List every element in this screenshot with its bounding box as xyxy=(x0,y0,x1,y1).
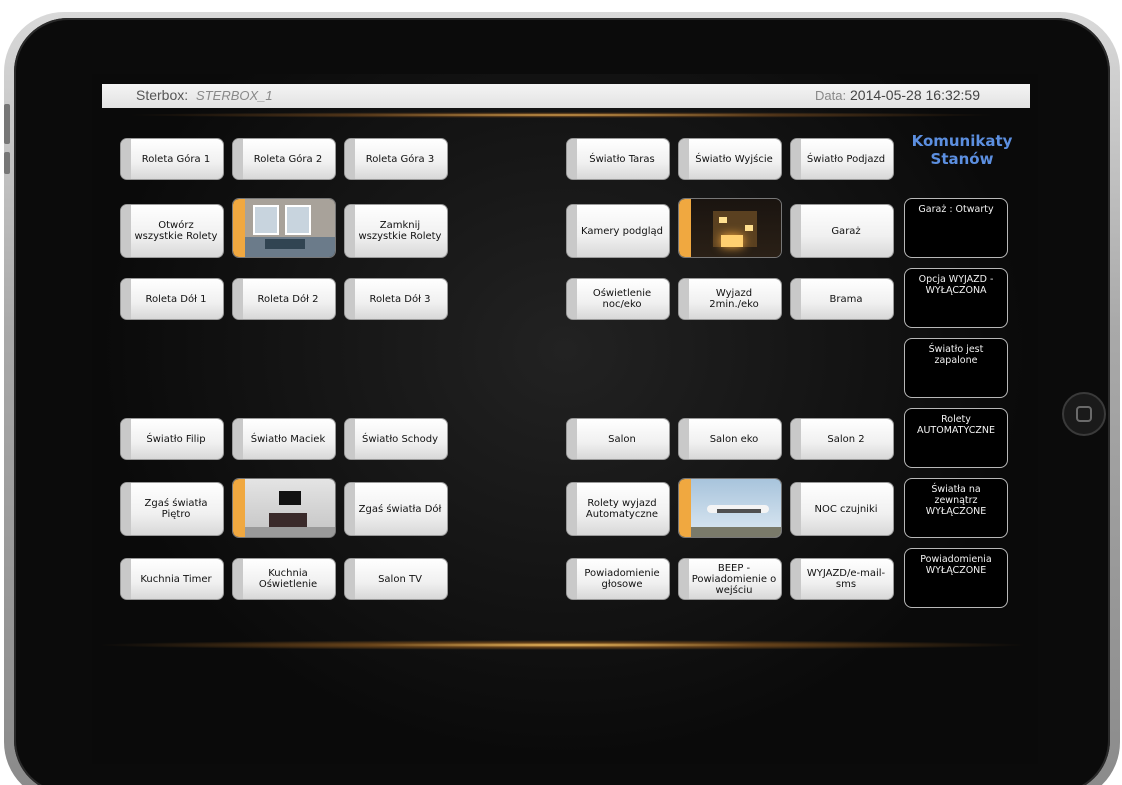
status-message: Światło jest zapalone xyxy=(904,338,1008,398)
living-room-image xyxy=(245,479,335,537)
tile-wyjazd-2min[interactable]: Wyjazd 2min./eko xyxy=(678,278,782,320)
tile-roleta-gora-2[interactable]: Roleta Góra 2 xyxy=(232,138,336,180)
room-window-left xyxy=(253,205,279,235)
tile-brama[interactable]: Brama xyxy=(790,278,894,320)
app-name: STERBOX_1 xyxy=(196,88,273,103)
home-button-square xyxy=(1076,406,1092,422)
header-bar: Sterbox: STERBOX_1 Data: 2014-05-28 16:3… xyxy=(102,84,1030,108)
tile-swiatlo-maciek[interactable]: Światło Maciek xyxy=(232,418,336,460)
tile-salon-2[interactable]: Salon 2 xyxy=(790,418,894,460)
date-label: Data: xyxy=(815,88,847,103)
room-window-right xyxy=(285,205,311,235)
tile-otworz-rolety[interactable]: Otwórz wszystkie Rolety xyxy=(120,204,224,258)
house-image xyxy=(691,199,781,257)
screen: Sterbox: STERBOX_1 Data: 2014-05-28 16:3… xyxy=(92,74,1038,764)
image-tile-plane[interactable] xyxy=(678,478,782,538)
status-message: Światła na zewnątrz WYŁĄCZONE xyxy=(904,478,1008,538)
house-window-a xyxy=(719,217,727,223)
tile-powiadomienie-glosowe[interactable]: Powiadomienie głosowe xyxy=(566,558,670,600)
header-label: Sterbox: xyxy=(136,87,189,103)
house-window-b xyxy=(745,225,753,231)
tile-roleta-dol-2[interactable]: Roleta Dół 2 xyxy=(232,278,336,320)
tile-wyjazd-email[interactable]: WYJAZD/e-mail-sms xyxy=(790,558,894,600)
status-message: Powiadomienia WYŁĄCZONE xyxy=(904,548,1008,608)
tile-roleta-gora-3[interactable]: Roleta Góra 3 xyxy=(344,138,448,180)
volume-up-key xyxy=(4,104,10,144)
header-right: Data: 2014-05-28 16:32:59 xyxy=(815,87,980,103)
tile-roleta-gora-1[interactable]: Roleta Góra 1 xyxy=(120,138,224,180)
living-room-sofa xyxy=(269,513,307,527)
room-desk xyxy=(265,239,305,249)
tile-kuchnia-timer[interactable]: Kuchnia Timer xyxy=(120,558,224,600)
status-message: Opcja WYJAZD - WYŁĄCZONA xyxy=(904,268,1008,328)
tile-swiatlo-filip[interactable]: Światło Filip xyxy=(120,418,224,460)
glow-bottom xyxy=(92,640,1032,650)
tile-swiatlo-podjazd[interactable]: Światło Podjazd xyxy=(790,138,894,180)
plane-image xyxy=(691,479,781,537)
tile-swiatlo-taras[interactable]: Światło Taras xyxy=(566,138,670,180)
house-light xyxy=(721,235,743,247)
status-message: Garaż : Otwarty xyxy=(904,198,1008,258)
status-title: Komunikaty Stanów xyxy=(911,132,1013,168)
home-button-icon[interactable] xyxy=(1062,392,1106,436)
tile-salon[interactable]: Salon xyxy=(566,418,670,460)
status-message: Rolety AUTOMATYCZNE xyxy=(904,408,1008,468)
living-room-floor xyxy=(245,527,335,537)
tile-noc-czujniki[interactable]: NOC czujniki xyxy=(790,482,894,536)
tile-zamknij-rolety[interactable]: Zamknij wszystkie Rolety xyxy=(344,204,448,258)
date-value: 2014-05-28 16:32:59 xyxy=(850,87,980,103)
tile-oswietlenie-noc[interactable]: Oświetlenie noc/eko xyxy=(566,278,670,320)
image-tile-living-room[interactable] xyxy=(232,478,336,538)
room-image xyxy=(245,199,335,257)
tile-salon-eko[interactable]: Salon eko xyxy=(678,418,782,460)
tile-salon-tv[interactable]: Salon TV xyxy=(344,558,448,600)
tile-rolety-wyjazd[interactable]: Rolety wyjazd Automatyczne xyxy=(566,482,670,536)
living-room-tv xyxy=(279,491,301,505)
tile-zgas-dol[interactable]: Zgaś światła Dół xyxy=(344,482,448,536)
plane-wing xyxy=(717,509,761,513)
tile-zgas-pietro[interactable]: Zgaś światła Piętro xyxy=(120,482,224,536)
tile-garaz[interactable]: Garaż xyxy=(790,204,894,258)
glow-top xyxy=(122,112,1002,118)
tile-beep[interactable]: BEEP - Powiadomienie o wejściu xyxy=(678,558,782,600)
tile-swiatlo-wyjscie[interactable]: Światło Wyjście xyxy=(678,138,782,180)
plane-ground xyxy=(691,527,781,537)
tile-roleta-dol-1[interactable]: Roleta Dół 1 xyxy=(120,278,224,320)
image-tile-room[interactable] xyxy=(232,198,336,258)
volume-down-key xyxy=(4,152,10,174)
tile-kamery[interactable]: Kamery podgląd xyxy=(566,204,670,258)
tile-roleta-dol-3[interactable]: Roleta Dół 3 xyxy=(344,278,448,320)
tile-swiatlo-schody[interactable]: Światło Schody xyxy=(344,418,448,460)
image-tile-house[interactable] xyxy=(678,198,782,258)
tile-kuchnia-oswietlenie[interactable]: Kuchnia Oświetlenie xyxy=(232,558,336,600)
header-left: Sterbox: STERBOX_1 xyxy=(136,87,273,103)
